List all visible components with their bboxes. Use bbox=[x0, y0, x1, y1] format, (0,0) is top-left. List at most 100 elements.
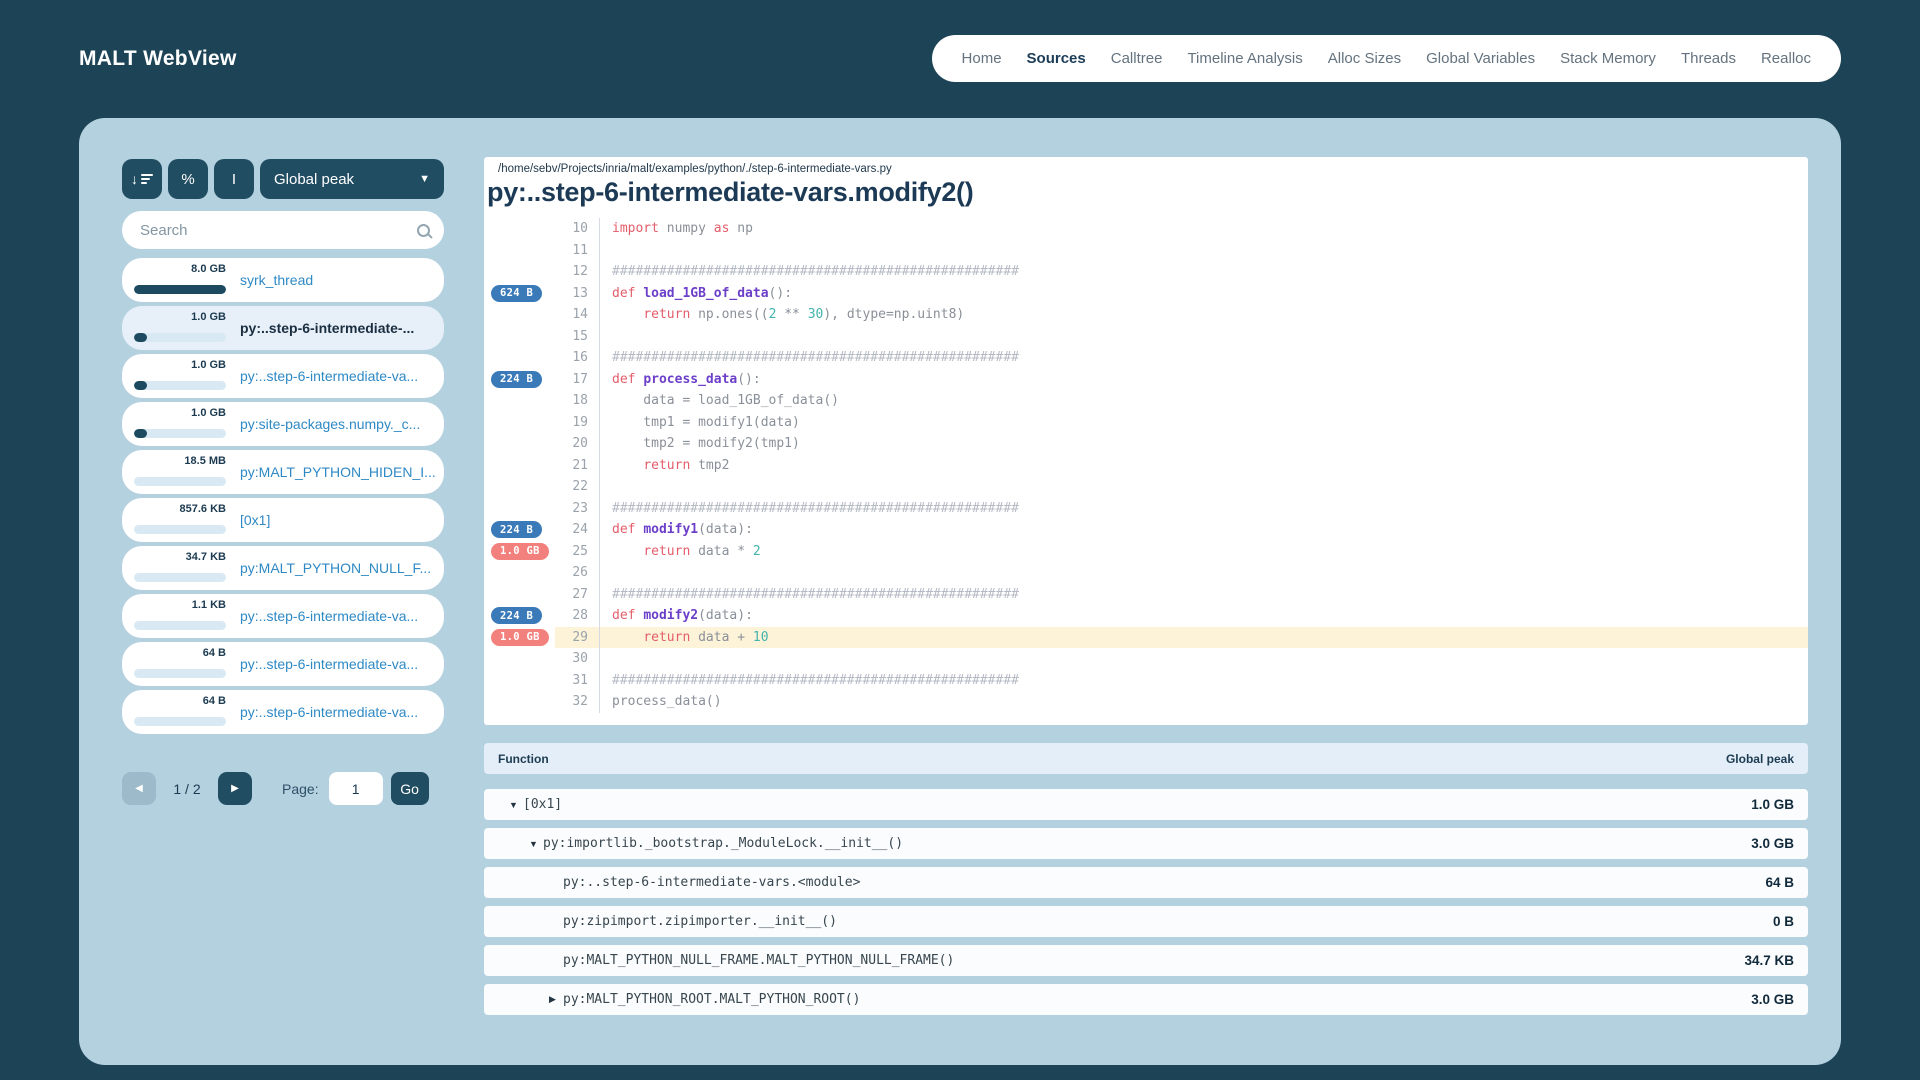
list-item[interactable]: 64 B py:..step-6-intermediate-va... bbox=[122, 642, 444, 686]
calltree-row[interactable]: py:MALT_PYTHON_NULL_FRAME.MALT_PYTHON_NU… bbox=[484, 945, 1808, 976]
nav-item-sources[interactable]: Sources bbox=[1027, 50, 1086, 67]
code-line: 1.0 GB25 return data * 2 bbox=[484, 541, 1808, 563]
item-function-link[interactable]: py:..step-6-intermediate-va... bbox=[240, 594, 436, 638]
code-line: 224 B28def modify2(data): bbox=[484, 605, 1808, 627]
list-item[interactable]: 18.5 MBpy:MALT_PYTHON_HIDEN_I... bbox=[122, 450, 444, 494]
code-text: def modify2(data): bbox=[600, 605, 1808, 627]
list-item[interactable]: 857.6 KB [0x1] bbox=[122, 498, 444, 542]
collapse-arrow-icon[interactable]: ▼ bbox=[509, 800, 523, 810]
nav-item-threads[interactable]: Threads bbox=[1681, 50, 1736, 67]
nav-item-calltree[interactable]: Calltree bbox=[1111, 50, 1163, 67]
calltree-row[interactable]: py:..step-6-intermediate-vars.<module>64… bbox=[484, 867, 1808, 898]
item-function-link[interactable]: py:..step-6-intermediate-va... bbox=[240, 690, 436, 734]
item-function-link[interactable]: py:..step-6-intermediate-... bbox=[240, 306, 436, 350]
item-function-link[interactable]: py:site-packages.numpy._c... bbox=[240, 402, 436, 446]
inclusive-toggle-button[interactable]: I bbox=[214, 159, 254, 199]
item-progress-bar bbox=[134, 381, 226, 390]
go-button[interactable]: Go bbox=[391, 772, 429, 805]
calltree-row[interactable]: py:zipimport.zipimporter.__init__()0 B bbox=[484, 906, 1808, 937]
list-item[interactable]: 8.0 GB syrk_thread bbox=[122, 258, 444, 302]
item-size: 1.1 KB bbox=[134, 599, 226, 611]
code-line: 10import numpy as np bbox=[484, 218, 1808, 240]
list-item[interactable]: 1.1 KB py:..step-6-intermediate-va... bbox=[122, 594, 444, 638]
percent-toggle-button[interactable]: % bbox=[168, 159, 208, 199]
item-size: 1.0 GB bbox=[134, 407, 226, 419]
item-progress-bar bbox=[134, 717, 226, 726]
list-item[interactable]: 1.0 GB py:site-packages.numpy._c... bbox=[122, 402, 444, 446]
code-text: return data + 10 bbox=[600, 627, 1808, 649]
calltree-row[interactable]: ▶py:MALT_PYTHON_ROOT.MALT_PYTHON_ROOT()3… bbox=[484, 984, 1808, 1015]
item-function-link[interactable]: py:..step-6-intermediate-va... bbox=[240, 354, 436, 398]
line-number: 16 bbox=[555, 347, 600, 369]
nav-item-stack-memory[interactable]: Stack Memory bbox=[1560, 50, 1656, 67]
list-item[interactable]: 1.0 GBpy:..step-6-intermediate-... bbox=[122, 306, 444, 350]
function-list: 8.0 GBsyrk_thread1.0 GBpy:..step-6-inter… bbox=[122, 258, 444, 738]
source-heading: py:..step-6-intermediate-vars.modify2() bbox=[487, 177, 1808, 208]
memory-badge: 624 B bbox=[491, 285, 542, 302]
code-text: import numpy as np bbox=[600, 218, 1808, 240]
top-navigation: Home Sources Calltree Timeline Analysis Allo… bbox=[932, 35, 1841, 82]
item-progress-bar bbox=[134, 333, 226, 342]
nav-item-global-variables[interactable]: Global Variables bbox=[1426, 50, 1535, 67]
list-item[interactable]: 1.0 GBpy:..step-6-intermediate-va... bbox=[122, 354, 444, 398]
calltree-row[interactable]: ▼[0x1]1.0 GB bbox=[484, 789, 1808, 820]
nav-item-realloc[interactable]: Realloc bbox=[1761, 50, 1811, 67]
item-size: 34.7 KB bbox=[134, 551, 226, 563]
line-number: 15 bbox=[555, 326, 600, 348]
code-text: ########################################… bbox=[600, 584, 1808, 606]
list-item[interactable]: 34.7 KB py:MALT_PYTHON_NULL_F... bbox=[122, 546, 444, 590]
main-container: ↓ % I Global peak ▼ 8.0 GBsyrk_thread1.0… bbox=[79, 118, 1841, 1065]
line-number: 22 bbox=[555, 476, 600, 498]
badge-gutter: 1.0 GB bbox=[484, 629, 555, 646]
nav-item-timeline-analysis[interactable]: Timeline Analysis bbox=[1187, 50, 1302, 67]
line-number: 14 bbox=[555, 304, 600, 326]
nav-item-home[interactable]: Home bbox=[962, 50, 1002, 67]
search-input[interactable] bbox=[140, 222, 417, 239]
prev-page-button[interactable]: ◀ bbox=[122, 772, 156, 805]
memory-badge: 224 B bbox=[491, 607, 542, 624]
sidebar-toolbar: ↓ % I Global peak ▼ bbox=[122, 159, 444, 199]
line-number: 31 bbox=[555, 670, 600, 692]
collapse-arrow-icon[interactable]: ▼ bbox=[529, 839, 543, 849]
calltree-header-value: Global peak bbox=[1726, 752, 1794, 766]
memory-badge: 1.0 GB bbox=[491, 543, 549, 560]
code-line: 624 B13def load_1GB_of_data(): bbox=[484, 283, 1808, 305]
item-function-link[interactable]: [0x1] bbox=[240, 498, 436, 542]
item-size: 64 B bbox=[134, 695, 226, 707]
code-line: 1.0 GB29 return data + 10 bbox=[484, 627, 1808, 649]
code-text: return data * 2 bbox=[600, 541, 1808, 563]
expand-arrow-icon[interactable]: ▶ bbox=[549, 994, 563, 1005]
page-number-input[interactable] bbox=[329, 772, 383, 805]
badge-gutter: 624 B bbox=[484, 285, 555, 302]
next-page-button[interactable]: ▶ bbox=[218, 772, 252, 805]
item-progress-bar bbox=[134, 573, 226, 582]
code-text: tmp2 = modify2(tmp1) bbox=[600, 433, 1808, 455]
item-progress-bar bbox=[134, 477, 226, 486]
source-file-path: /home/sebv/Projects/inria/malt/examples/… bbox=[498, 163, 1808, 175]
list-item[interactable]: 64 B py:..step-6-intermediate-va... bbox=[122, 690, 444, 734]
sort-button[interactable]: ↓ bbox=[122, 159, 162, 199]
item-progress-bar bbox=[134, 669, 226, 678]
line-number: 30 bbox=[555, 648, 600, 670]
code-text: process_data() bbox=[600, 691, 1808, 713]
item-function-link[interactable]: py:MALT_PYTHON_NULL_F... bbox=[240, 546, 436, 590]
item-function-link[interactable]: py:..step-6-intermediate-va... bbox=[240, 642, 436, 686]
calltree-peak-value: 1.0 GB bbox=[1751, 797, 1808, 812]
item-size: 857.6 KB bbox=[134, 503, 226, 515]
line-number: 17 bbox=[555, 369, 600, 391]
line-number: 27 bbox=[555, 584, 600, 606]
calltree-row[interactable]: ▼py:importlib._bootstrap._ModuleLock.__i… bbox=[484, 828, 1808, 859]
code-text: tmp1 = modify1(data) bbox=[600, 412, 1808, 434]
calltree-rows: ▼[0x1]1.0 GB ▼py:importlib._bootstrap._Mo… bbox=[484, 789, 1808, 1023]
line-number: 29 bbox=[555, 627, 600, 649]
metric-dropdown[interactable]: Global peak ▼ bbox=[260, 159, 444, 199]
nav-item-alloc-sizes[interactable]: Alloc Sizes bbox=[1328, 50, 1401, 67]
item-size: 8.0 GB bbox=[134, 263, 226, 275]
item-function-link[interactable]: py:MALT_PYTHON_HIDEN_I... bbox=[240, 450, 436, 494]
item-size: 64 B bbox=[134, 647, 226, 659]
chevron-down-icon: ▼ bbox=[419, 174, 430, 185]
item-function-link[interactable]: syrk_thread bbox=[240, 258, 436, 302]
calltree-function-name: py:zipimport.zipimporter.__init__() bbox=[563, 914, 837, 929]
badge-gutter: 1.0 GB bbox=[484, 543, 555, 560]
code-text: ########################################… bbox=[600, 347, 1808, 369]
